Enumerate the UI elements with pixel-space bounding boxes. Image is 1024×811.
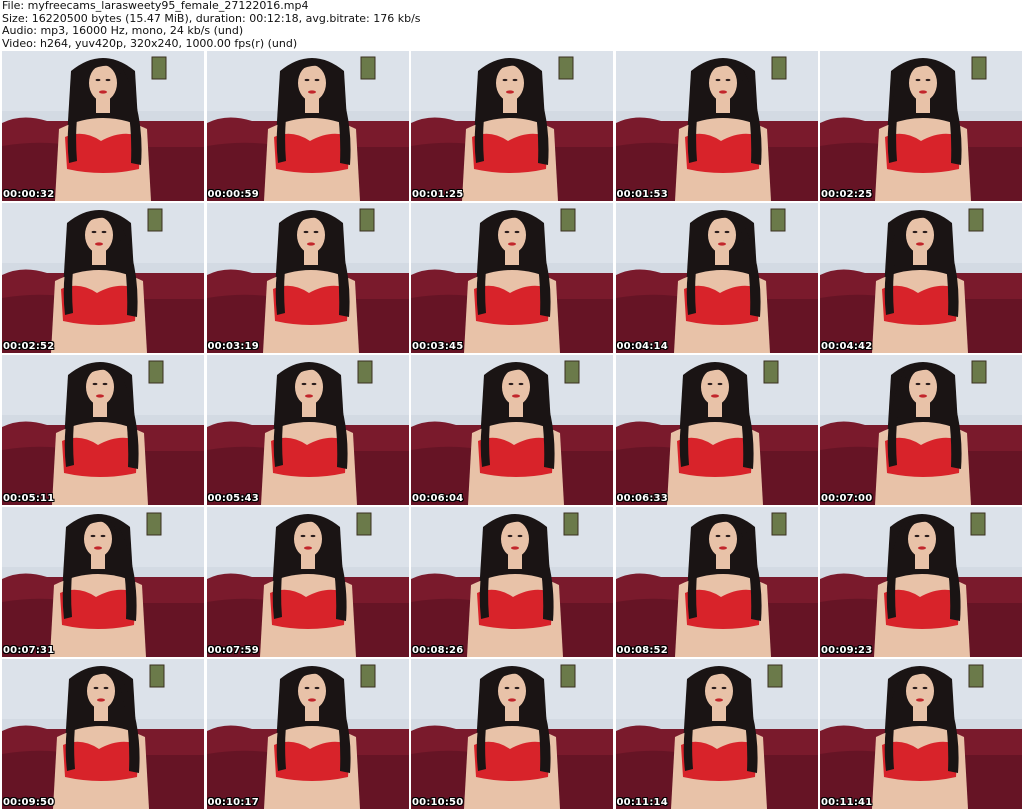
thumbnail-frame-image	[615, 507, 818, 657]
thumbnail-timestamp: 00:05:43	[207, 493, 259, 504]
thumbnail-timestamp: 00:06:04	[412, 493, 464, 504]
thumbnail-frame-image	[411, 355, 613, 505]
thumbnail-frame-image	[2, 203, 204, 353]
thumbnail-frame-image	[206, 355, 409, 505]
thumbnail-timestamp: 00:08:52	[616, 645, 668, 656]
video-thumbnail: 00:04:42	[820, 203, 1022, 353]
video-thumbnail: 00:11:14	[615, 659, 818, 809]
video-thumbnail: 00:05:43	[206, 355, 409, 505]
thumbnail-frame-image	[411, 51, 613, 201]
video-thumbnail: 00:08:26	[411, 507, 613, 657]
thumbnail-frame-image	[820, 507, 1022, 657]
thumbnail-timestamp: 00:06:33	[616, 493, 668, 504]
thumbnail-timestamp: 00:09:23	[821, 645, 873, 656]
video-thumbnail: 00:08:52	[615, 507, 818, 657]
thumbnail-frame-image	[2, 51, 204, 201]
thumbnail-frame-image	[411, 659, 613, 809]
audio-info-line: Audio: mp3, 16000 Hz, mono, 24 kb/s (und…	[2, 24, 244, 37]
thumbnail-timestamp: 00:00:32	[3, 189, 55, 200]
video-info-line: Video: h264, yuv420p, 320x240, 1000.00 f…	[2, 36, 298, 50]
thumbnail-frame-image	[2, 507, 204, 657]
thumbnail-frame-image	[820, 355, 1022, 505]
thumbnail-frame-image	[615, 355, 818, 505]
thumbnail-timestamp: 00:11:41	[821, 797, 873, 808]
thumbnail-timestamp: 00:01:53	[616, 189, 668, 200]
video-thumbnail: 00:03:45	[411, 203, 613, 353]
thumbnail-frame-image	[206, 203, 409, 353]
thumbnail-frame-image	[411, 203, 613, 353]
thumbnail-timestamp: 00:00:59	[207, 189, 259, 200]
video-thumbnail: 00:03:19	[206, 203, 409, 353]
thumbnail-timestamp: 00:10:17	[207, 797, 259, 808]
thumbnail-timestamp: 00:04:14	[616, 341, 668, 352]
thumbnail-frame-image	[2, 355, 204, 505]
thumbnail-timestamp: 00:09:50	[3, 797, 55, 808]
video-thumbnail: 00:09:23	[820, 507, 1022, 657]
thumbnail-frame-image	[820, 203, 1022, 353]
thumbnail-timestamp: 00:05:11	[3, 493, 55, 504]
thumbnail-timestamp: 00:07:31	[3, 645, 55, 656]
thumbnail-frame-image	[615, 203, 818, 353]
video-thumbnail: 00:07:59	[206, 507, 409, 657]
video-thumbnail: 00:02:52	[2, 203, 204, 353]
thumbnail-frame-image	[2, 659, 204, 809]
video-thumbnail: 00:04:14	[615, 203, 818, 353]
video-thumbnail: 00:01:25	[411, 51, 613, 201]
thumbnail-timestamp: 00:10:50	[412, 797, 464, 808]
video-thumbnail: 00:05:11	[2, 355, 204, 505]
thumbnail-timestamp: 00:02:52	[3, 341, 55, 352]
video-thumbnail: 00:07:00	[820, 355, 1022, 505]
thumbnail-frame-image	[411, 507, 613, 657]
thumbnail-timestamp: 00:01:25	[412, 189, 464, 200]
video-thumbnail: 00:10:17	[206, 659, 409, 809]
thumbnail-frame-image	[615, 51, 818, 201]
video-thumbnail: 00:09:50	[2, 659, 204, 809]
thumbnail-timestamp: 00:03:19	[207, 341, 259, 352]
thumbnail-grid: 00:00:32 00:00:59 00:01:25 00:01:53 00:02:25…	[2, 51, 1022, 809]
thumbnail-timestamp: 00:11:14	[616, 797, 668, 808]
video-thumbnail: 00:02:25	[820, 51, 1022, 201]
thumbnail-frame-image	[615, 659, 818, 809]
video-thumbnail: 00:06:33	[615, 355, 818, 505]
file-info-header: File: myfreecams_larasweety95_female_271…	[2, 0, 1022, 50]
thumbnail-timestamp: 00:07:59	[207, 645, 259, 656]
thumbnail-timestamp: 00:03:45	[412, 341, 464, 352]
video-thumbnail: 00:10:50	[411, 659, 613, 809]
thumbnail-frame-image	[206, 507, 409, 657]
thumbnail-timestamp: 00:07:00	[821, 493, 873, 504]
video-thumbnail: 00:01:53	[615, 51, 818, 201]
thumbnail-frame-image	[820, 51, 1022, 201]
video-thumbnail: 00:06:04	[411, 355, 613, 505]
video-thumbnail: 00:00:32	[2, 51, 204, 201]
thumbnail-timestamp: 00:02:25	[821, 189, 873, 200]
thumbnail-frame-image	[206, 659, 409, 809]
thumbnail-frame-image	[206, 51, 409, 201]
file-name-line: File: myfreecams_larasweety95_female_271…	[2, 0, 309, 12]
video-thumbnail: 00:11:41	[820, 659, 1022, 809]
thumbnail-timestamp: 00:04:42	[821, 341, 873, 352]
video-thumbnail: 00:00:59	[206, 51, 409, 201]
video-thumbnail: 00:07:31	[2, 507, 204, 657]
thumbnail-frame-image	[820, 659, 1022, 809]
thumbnail-timestamp: 00:08:26	[412, 645, 464, 656]
